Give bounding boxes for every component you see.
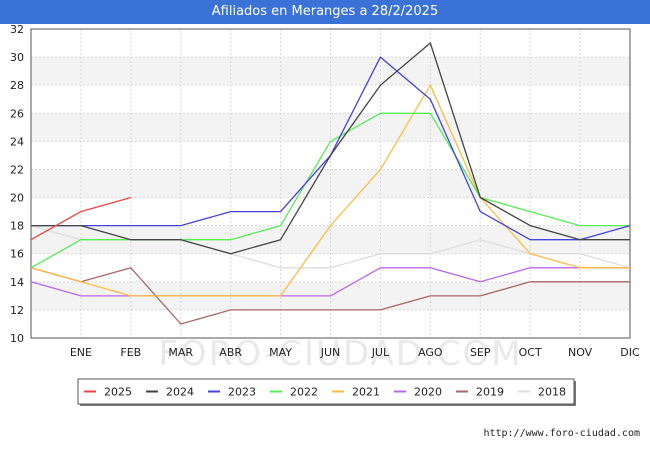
x-tick-label: OCT	[519, 346, 542, 359]
legend-label-2018: 2018	[538, 386, 566, 399]
y-tick-label: 26	[10, 107, 24, 120]
y-tick-label: 24	[10, 135, 24, 148]
source-url: http://www.foro-ciudad.com	[483, 428, 640, 439]
legend-label-2024: 2024	[166, 386, 194, 399]
watermark: FORO-CIUDAD.COM	[158, 334, 522, 374]
x-tick-label: MAY	[269, 346, 292, 359]
x-tick-label: ENE	[70, 346, 92, 359]
y-tick-label: 18	[10, 220, 24, 233]
x-tick-label: SEP	[470, 346, 491, 359]
x-tick-label: NOV	[568, 346, 593, 359]
line-chart: 101214161820222426283032FORO-CIUDAD.COME…	[10, 23, 640, 406]
y-tick-label: 22	[10, 163, 24, 176]
y-tick-label: 10	[10, 332, 24, 345]
y-tick-label: 16	[10, 248, 24, 261]
x-tick-label: JUN	[320, 346, 341, 359]
legend-label-2025: 2025	[104, 386, 132, 399]
y-tick-label: 28	[10, 79, 24, 92]
y-tick-label: 30	[10, 51, 24, 64]
y-tick-label: 20	[10, 192, 24, 205]
y-tick-label: 32	[10, 23, 24, 36]
legend-label-2019: 2019	[476, 386, 504, 399]
legend-label-2021: 2021	[352, 386, 380, 399]
y-tick-label: 12	[10, 304, 24, 317]
x-tick-label: AGO	[418, 346, 443, 359]
x-tick-label: ABR	[219, 346, 242, 359]
x-tick-label: DIC	[620, 346, 640, 359]
x-tick-label: MAR	[168, 346, 193, 359]
y-tick-label: 14	[10, 276, 24, 289]
legend-label-2022: 2022	[290, 386, 318, 399]
x-tick-label: FEB	[120, 346, 141, 359]
x-tick-label: JUL	[371, 346, 390, 359]
legend-label-2023: 2023	[228, 386, 256, 399]
legend-label-2020: 2020	[414, 386, 442, 399]
